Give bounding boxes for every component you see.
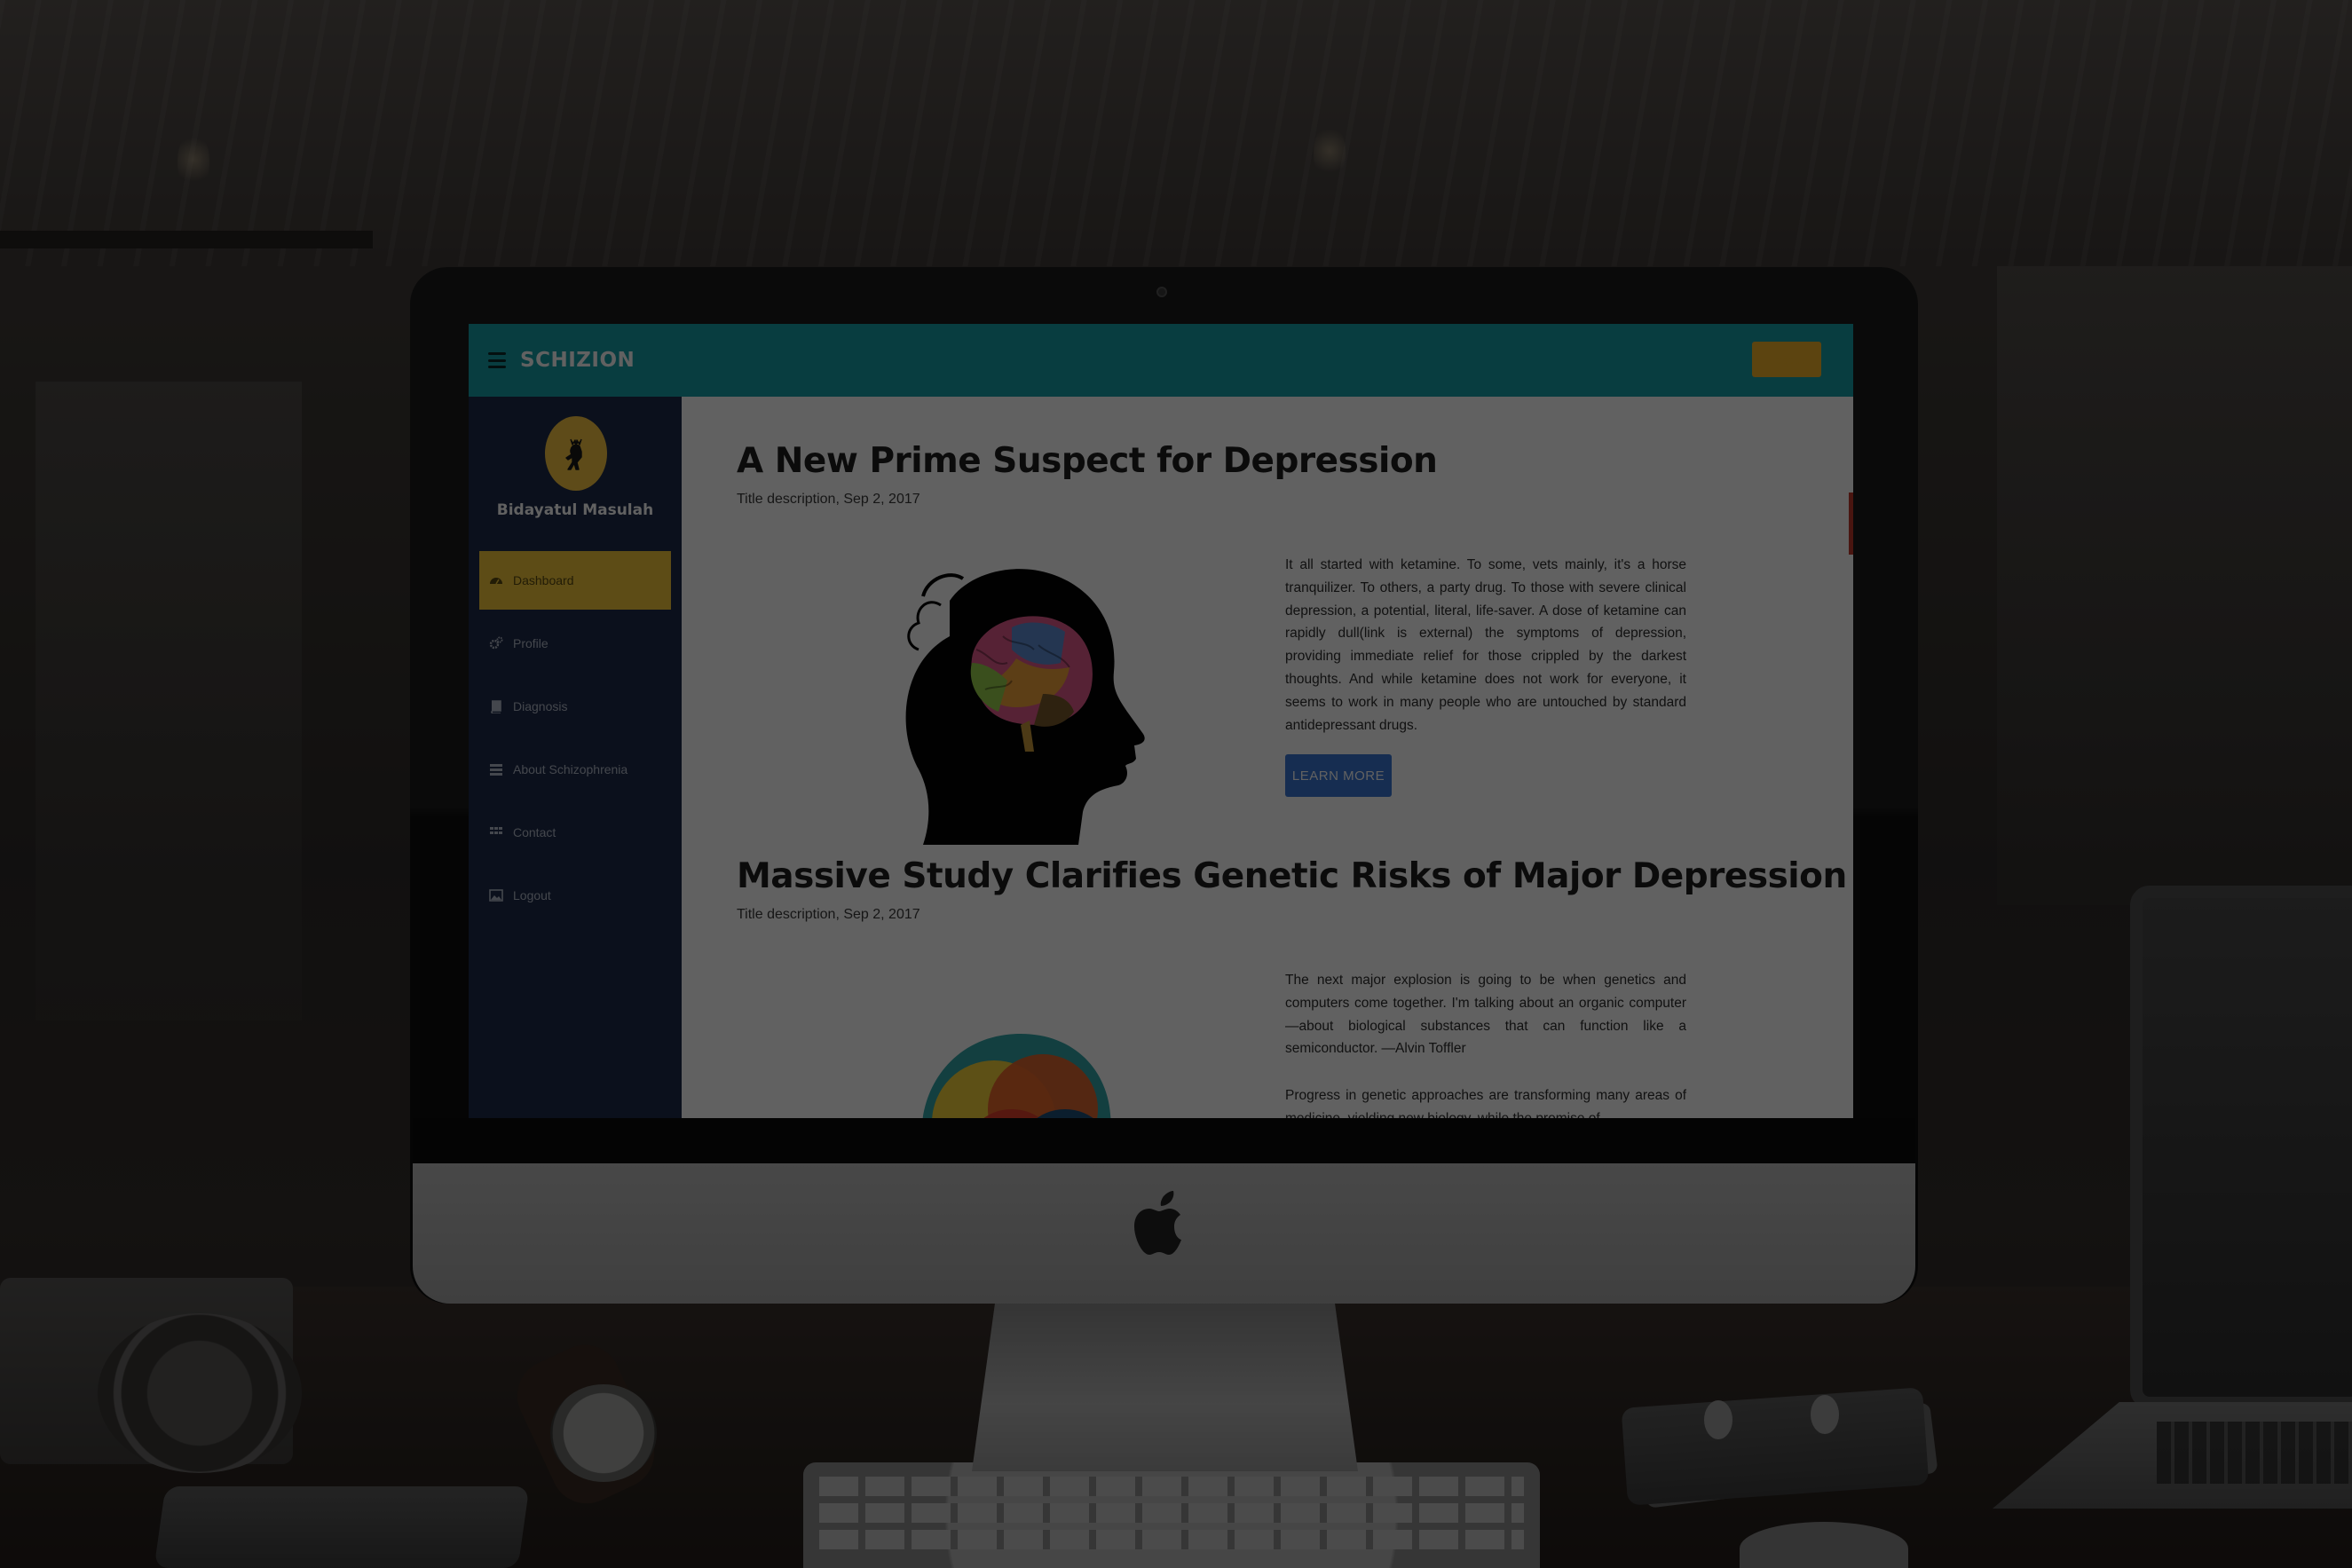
- article-body: The next major explosion is going to be …: [1285, 973, 1686, 1057]
- top-navbar: SCHIZION Logout: [469, 324, 1853, 397]
- earbud-icon: [1811, 1395, 1839, 1434]
- sidebar-item-dashboard[interactable]: Dashboard: [479, 551, 671, 610]
- apple-logo-icon: [1134, 1191, 1181, 1255]
- head-profile-image: [922, 1034, 1111, 1118]
- brand-logo[interactable]: SCHIZION: [520, 349, 635, 372]
- background-window: [1997, 266, 2352, 905]
- sidebar-menu: Dashboard Profile Diagnosis About Schizo…: [479, 551, 671, 929]
- sidebar-item-about-schizophrenia[interactable]: About Schizophrenia: [479, 740, 671, 799]
- grid-icon: [488, 825, 504, 839]
- sidebar-item-label: Dashboard: [513, 573, 574, 587]
- article-card: A New Prime Suspect for Depression Title…: [737, 441, 1766, 508]
- deer-icon: [565, 438, 582, 470]
- list-icon: [488, 762, 504, 776]
- sidebar-item-label: About Schizophrenia: [513, 762, 628, 776]
- article-body: Progress in genetic approaches are trans…: [1285, 1088, 1686, 1118]
- brain-silhouette-image: [905, 569, 1145, 845]
- earbud-icon: [1704, 1400, 1732, 1439]
- scrollbar[interactable]: [1849, 492, 1853, 555]
- main-content: A New Prime Suspect for Depression Title…: [682, 397, 1853, 1118]
- ceiling: [0, 0, 2352, 266]
- learn-more-button[interactable]: LEARN MORE: [1285, 754, 1392, 797]
- smartphone: [154, 1486, 530, 1568]
- camera-lens: [98, 1313, 302, 1473]
- avatar[interactable]: [545, 416, 607, 491]
- book-icon: [488, 699, 504, 713]
- article-title[interactable]: A New Prime Suspect for Depression: [737, 441, 1766, 481]
- sidebar-item-label: Profile: [513, 636, 549, 650]
- watch-face: [550, 1384, 657, 1482]
- desktop-keyboard: [803, 1462, 1540, 1568]
- article-title[interactable]: Massive Study Clarifies Genetic Risks of…: [737, 856, 1847, 896]
- imac-stand: [972, 1303, 1358, 1471]
- article-meta: Title description, Sep 2, 2017: [737, 907, 920, 922]
- sidebar-item-label: Diagnosis: [513, 699, 568, 713]
- ceiling-lamp: [178, 133, 209, 186]
- gears-icon: [488, 636, 504, 650]
- laptop-keyboard: [2157, 1422, 2352, 1484]
- webcam-icon: [1156, 287, 1167, 297]
- sidebar-item-profile[interactable]: Profile: [479, 614, 671, 673]
- background-window: [36, 382, 302, 1020]
- ceiling-lamp: [1314, 124, 1346, 177]
- app-window: SCHIZION Logout Bidayatul Masulah Dashbo…: [469, 324, 1853, 1118]
- laptop-screen: [2130, 886, 2352, 1409]
- user-name: Bidayatul Masulah: [496, 501, 654, 519]
- picture-icon: [488, 888, 504, 902]
- desktop-mouse: [1740, 1522, 1908, 1568]
- article-meta: Title description, Sep 2, 2017: [737, 492, 920, 507]
- sidebar: Bidayatul Masulah Dashboard Profile Diag…: [469, 397, 682, 1118]
- sidebar-item-diagnosis[interactable]: Diagnosis: [479, 677, 671, 736]
- sidebar-item-label: Logout: [513, 888, 551, 902]
- sidebar-item-contact[interactable]: Contact: [479, 803, 671, 862]
- article-body: It all started with ketamine. To some, v…: [1285, 557, 1686, 733]
- sidebar-item-logout[interactable]: Logout: [479, 866, 671, 925]
- dashboard-icon: [488, 573, 504, 587]
- imac-bezel: [413, 1118, 1915, 1164]
- topbar-logout-button[interactable]: Logout: [1752, 342, 1821, 377]
- hamburger-menu-icon[interactable]: [488, 352, 506, 368]
- article-card: Massive Study Clarifies Genetic Risks of…: [737, 856, 1847, 923]
- sidebar-item-label: Contact: [513, 825, 556, 839]
- background-shelf: [0, 231, 373, 248]
